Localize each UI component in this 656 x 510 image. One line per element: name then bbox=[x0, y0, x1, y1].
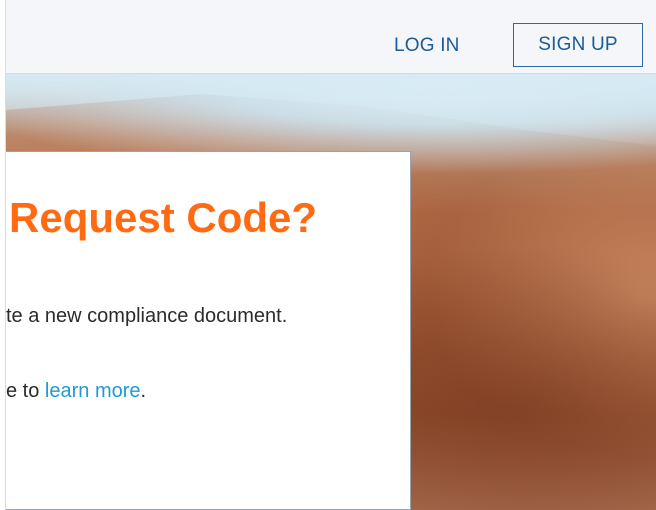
login-link[interactable]: LOG IN bbox=[394, 35, 460, 57]
page: LOG IN SIGN UP Request Code? te a new co… bbox=[0, 0, 656, 510]
request-code-modal: Request Code? te a new compliance docume… bbox=[6, 151, 411, 510]
signup-button[interactable]: SIGN UP bbox=[513, 23, 643, 67]
learn-more-suffix: . bbox=[140, 380, 147, 402]
modal-learn-more-line: e to learn more. bbox=[6, 380, 146, 403]
hero-sky-highlight bbox=[6, 74, 656, 146]
top-navigation-bar: LOG IN SIGN UP bbox=[6, 0, 656, 74]
learn-more-prefix: e to bbox=[6, 380, 45, 402]
modal-description-line: te a new compliance document. bbox=[6, 305, 288, 327]
modal-title: Request Code? bbox=[9, 194, 318, 241]
learn-more-link[interactable]: learn more bbox=[45, 380, 141, 402]
